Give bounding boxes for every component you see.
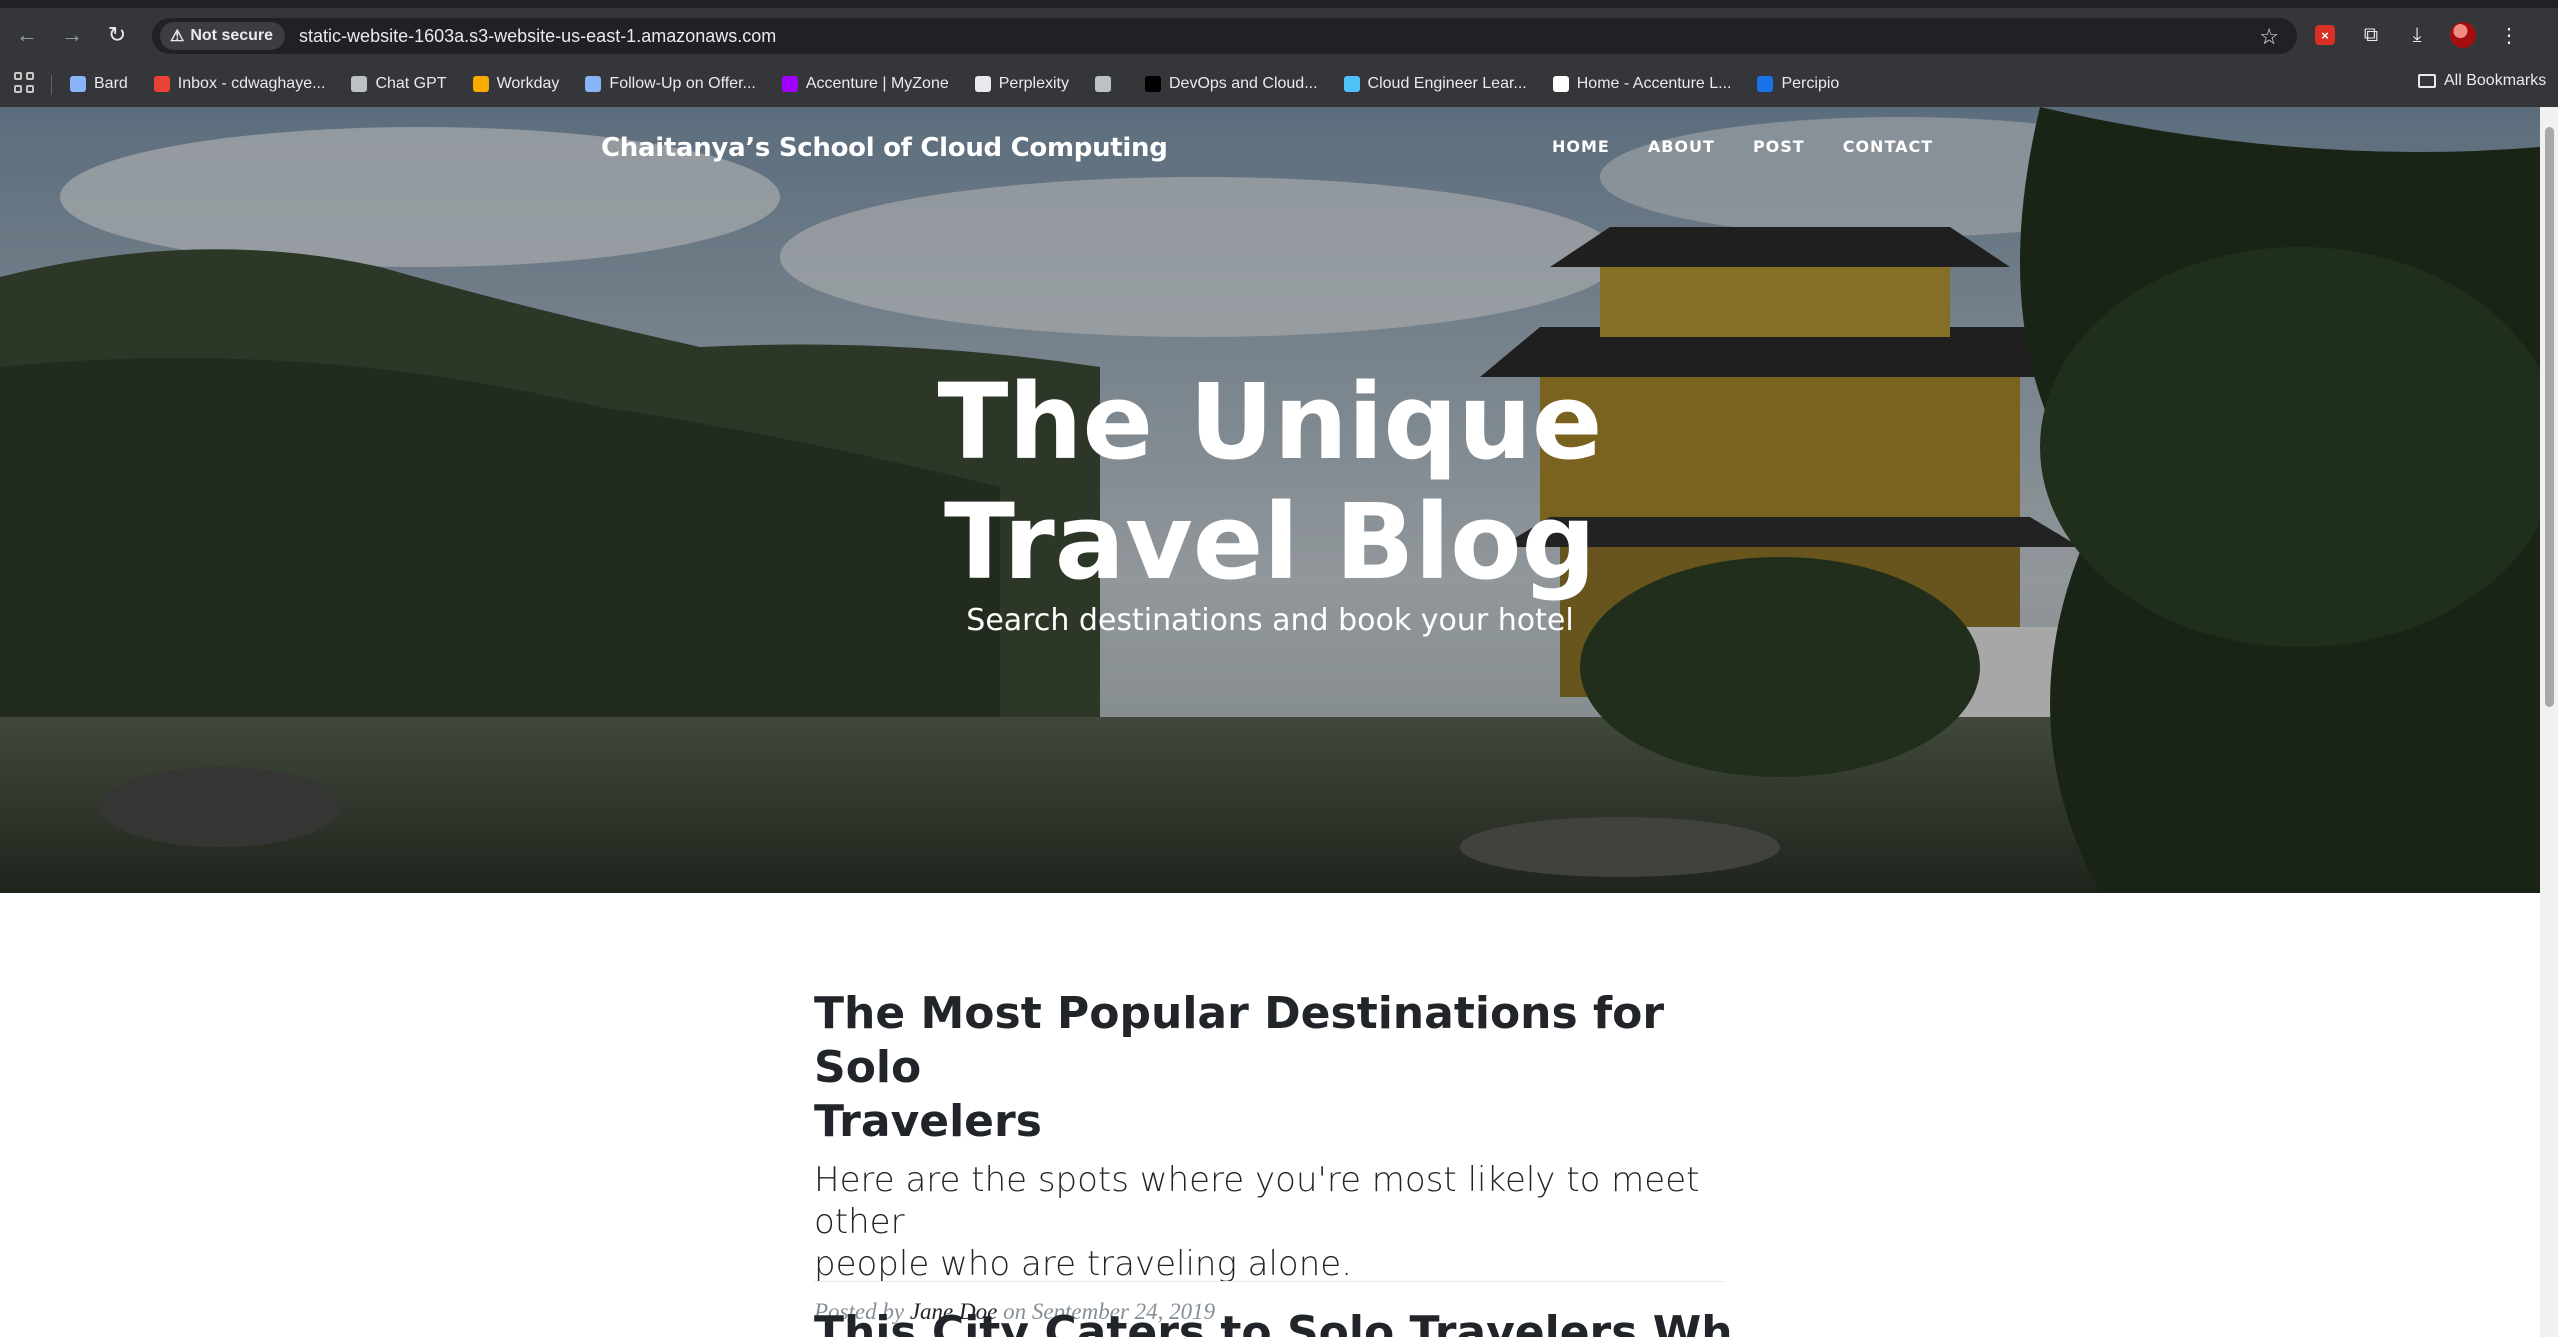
bookmark-label: Perplexity — [998, 75, 1069, 92]
bookmark-label: Home - Accenture L... — [1576, 75, 1732, 92]
bookmarks-list: Bard Inbox - cdwaghaye... Chat GPT Workday F… — [70, 64, 1865, 104]
bookmark-item[interactable] — [1095, 76, 1119, 92]
browser-toolbar: ← → ↻ ⚠ Not secure static-website-1603a.… — [0, 8, 2558, 60]
apps-grid-icon[interactable] — [14, 72, 36, 94]
nav-link-post[interactable]: POST — [1753, 137, 1805, 156]
bookmark-favicon-icon — [1343, 76, 1360, 92]
bookmark-item[interactable]: Bard — [70, 75, 128, 93]
toolbar-actions: × ⧉ ⤓ ⋮ — [2310, 20, 2524, 50]
bookmark-item[interactable]: DevOps and Cloud... — [1145, 75, 1318, 93]
bookmark-item[interactable]: Follow-Up on Offer... — [585, 75, 756, 93]
all-bookmarks-label: All Bookmarks — [2444, 72, 2547, 89]
profile-button[interactable] — [2448, 20, 2478, 50]
download-icon[interactable]: ⤓ — [2402, 20, 2432, 50]
page-scrollbar[interactable] — [2540, 107, 2558, 1337]
bookmark-item[interactable]: Percipio — [1757, 75, 1839, 93]
extensions-puzzle-icon[interactable]: ⧉ — [2356, 20, 2386, 50]
bookmark-item[interactable]: Home - Accenture L... — [1552, 75, 1732, 93]
post-preview[interactable]: The Most Popular Destinations for Solo T… — [814, 987, 1724, 1325]
extension-button[interactable]: × — [2310, 20, 2340, 50]
bookmark-label: Percipio — [1781, 75, 1840, 92]
extension-red-icon: × — [2315, 25, 2335, 45]
bookmark-item[interactable]: Cloud Engineer Lear... — [1343, 75, 1527, 93]
bookmark-label: Follow-Up on Offer... — [609, 75, 756, 92]
arrow-right-icon: → — [61, 22, 83, 47]
hero-title-line1: The Unique — [937, 361, 1603, 483]
bookmark-item[interactable]: Workday — [472, 75, 560, 93]
security-label: Not secure — [190, 27, 274, 44]
bookmarks-bar: Bard Inbox - cdwaghaye... Chat GPT Workday F… — [0, 64, 2558, 104]
bookmark-favicon-icon — [1145, 76, 1161, 92]
bookmark-label: Inbox - cdwaghaye... — [177, 75, 326, 92]
post-title-partial[interactable]: This City Caters to Solo Travelers Wh — [814, 1307, 1733, 1337]
bookmark-item[interactable]: Chat GPT — [351, 75, 447, 93]
url-text[interactable]: static-website-1603a.s3-website-us-east-… — [299, 26, 776, 47]
bookmark-favicon-icon — [1552, 76, 1569, 92]
warning-icon: ⚠ — [170, 28, 185, 45]
bookmark-label: DevOps and Cloud... — [1169, 75, 1318, 92]
bookmark-favicon-icon — [70, 76, 86, 92]
arrow-left-icon: ← — [16, 22, 38, 47]
forward-button[interactable]: → — [57, 20, 87, 50]
site-navbar: Chaitanya’s School of Cloud Computing HO… — [0, 107, 2540, 187]
post-title[interactable]: The Most Popular Destinations for Solo T… — [814, 987, 1724, 1149]
tab-strip — [0, 0, 2558, 8]
bookmark-star-icon[interactable]: ☆ — [2259, 24, 2279, 50]
post-title-line1: The Most Popular Destinations for Solo — [814, 988, 1665, 1093]
nav-menu: HOME ABOUT POST CONTACT — [1552, 137, 1933, 156]
page-viewport: Chaitanya’s School of Cloud Computing HO… — [0, 107, 2540, 1337]
bookmark-item[interactable]: Inbox - cdwaghaye... — [153, 75, 326, 93]
bookmark-favicon-icon — [974, 76, 991, 92]
post-title-line2: Travelers — [814, 1096, 1042, 1147]
nav-link-home[interactable]: HOME — [1552, 137, 1610, 156]
reload-button[interactable]: ↻ — [102, 20, 132, 50]
security-chip[interactable]: ⚠ Not secure — [160, 22, 286, 50]
hero-title-line2: Travel Blog — [944, 481, 1596, 603]
bookmark-label: Accenture | MyZone — [805, 75, 949, 92]
bookmark-favicon-icon — [781, 76, 798, 92]
browser-chrome: ← → ↻ ⚠ Not secure static-website-1603a.… — [0, 0, 2558, 107]
bookmark-favicon-icon — [1095, 76, 1111, 92]
site-brand-link[interactable]: Chaitanya’s School of Cloud Computing — [601, 133, 1168, 163]
hero-subtitle: Search destinations and book your hotel — [966, 603, 1574, 638]
bookmark-item[interactable]: Perplexity — [974, 75, 1069, 93]
bookmark-favicon-icon — [351, 76, 368, 92]
scrollbar-thumb[interactable] — [2545, 127, 2554, 707]
reload-icon: ↻ — [107, 22, 127, 47]
bookmark-favicon-icon — [472, 76, 489, 92]
bookmark-favicon-icon — [1757, 76, 1774, 92]
nav-link-contact[interactable]: CONTACT — [1843, 137, 1933, 156]
hero-banner: Chaitanya’s School of Cloud Computing HO… — [0, 107, 2540, 893]
hero-title: The Unique Travel Blog — [0, 362, 2540, 602]
bookmark-item[interactable]: Accenture | MyZone — [781, 75, 949, 93]
bookmark-favicon-icon — [153, 76, 170, 92]
avatar — [2450, 22, 2476, 48]
back-button[interactable]: ← — [12, 20, 42, 50]
bookmark-label: Workday — [496, 75, 560, 92]
bookmark-label: Cloud Engineer Lear... — [1367, 75, 1527, 92]
post-subtitle-line1: Here are the spots where you're most lik… — [814, 1160, 1700, 1242]
folder-icon — [2418, 74, 2436, 88]
post-subtitle-line2: people who are traveling alone. — [814, 1244, 1353, 1284]
bookmark-favicon-icon — [585, 76, 602, 92]
bookmarks-divider — [51, 75, 52, 95]
address-bar[interactable]: ⚠ Not secure static-website-1603a.s3-web… — [152, 18, 2297, 54]
post-divider — [814, 1281, 1724, 1282]
nav-link-about[interactable]: ABOUT — [1648, 137, 1715, 156]
menu-kebab-icon[interactable]: ⋮ — [2494, 20, 2524, 50]
bookmark-label: Chat GPT — [375, 75, 447, 92]
post-subtitle: Here are the spots where you're most lik… — [814, 1159, 1724, 1285]
bookmark-label: Bard — [94, 75, 128, 92]
all-bookmarks-button[interactable]: All Bookmarks — [2418, 72, 2546, 90]
